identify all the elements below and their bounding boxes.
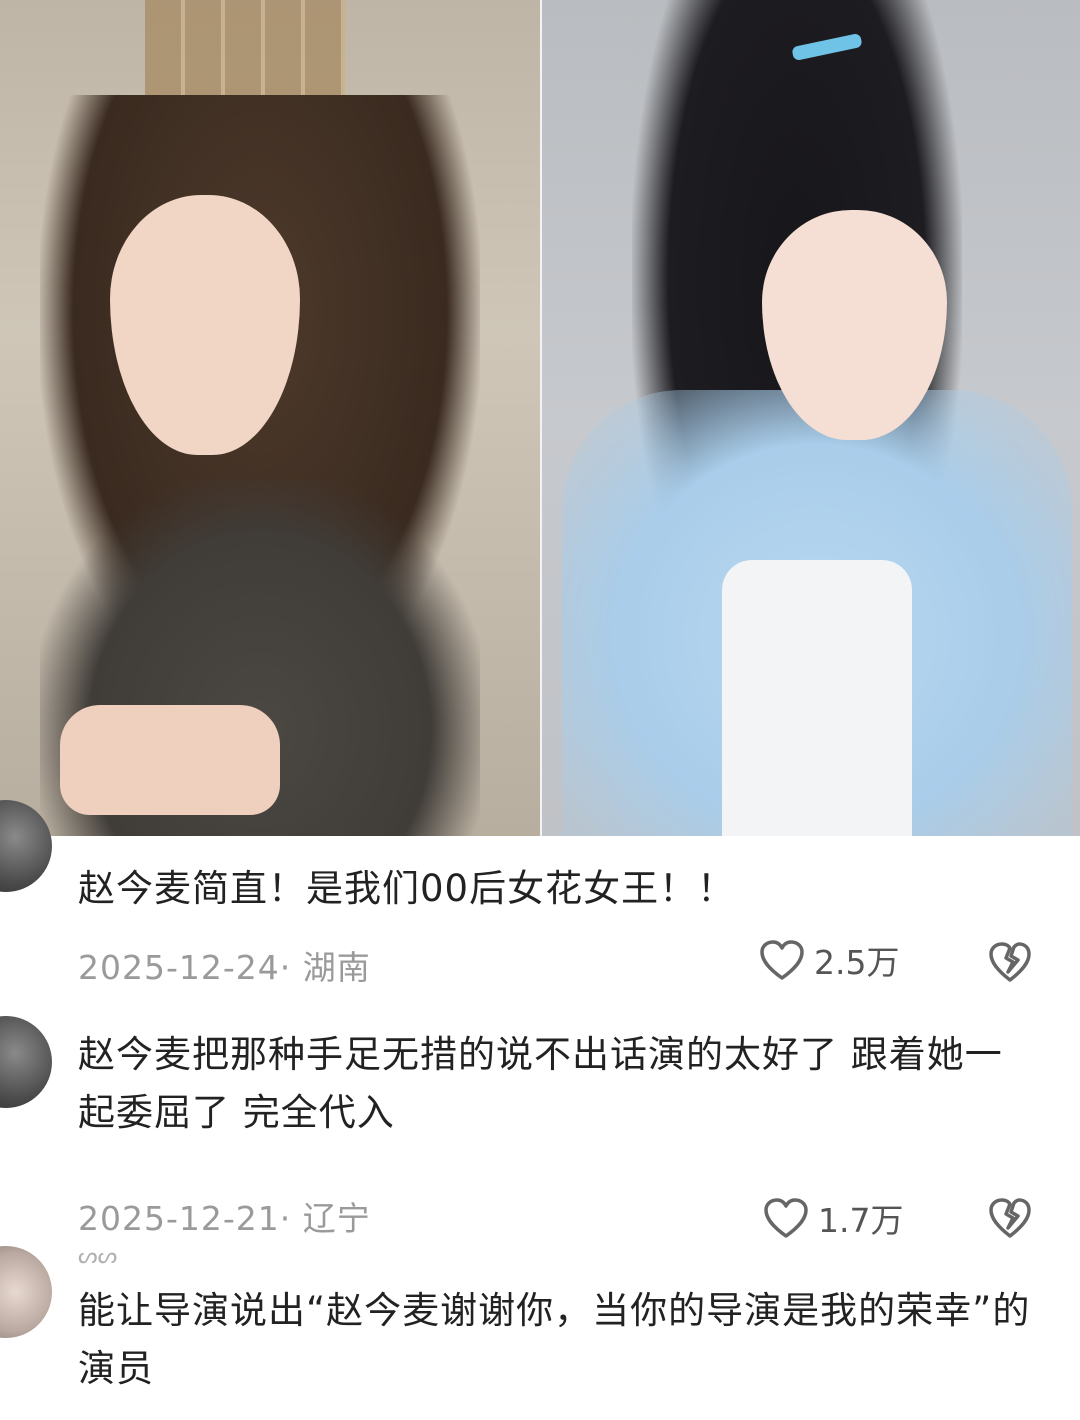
heart-outline-icon: [760, 940, 804, 980]
photo-collage: [0, 0, 1080, 836]
comment-meta: 2025-12-24· 湖南: [78, 948, 371, 987]
comment-date: 2025-12-21: [78, 1199, 280, 1238]
like-button[interactable]: 1.7万: [762, 1194, 903, 1242]
comment-text: 赵今麦把那种手足无措的说不出话演的太好了 跟着她一起委屈了 完全代入: [78, 1033, 1003, 1134]
comment-text: 赵今麦简直！是我们00后女花女王！！: [78, 867, 736, 910]
dislike-button[interactable]: [988, 940, 1032, 984]
comment-location: 湖南: [302, 948, 371, 987]
heart-outline-icon: [764, 1198, 808, 1238]
comment-list: 赵今麦简直！是我们00后女花女王！！ 2025-12-24· 湖南 2.5万 赵…: [0, 800, 1080, 1420]
user-handle[interactable]: ᔕᔕ: [78, 1244, 117, 1269]
avatar[interactable]: [0, 1016, 52, 1108]
avatar[interactable]: [0, 1246, 52, 1338]
comment-location: 辽宁: [302, 1199, 371, 1238]
broken-heart-icon: [989, 1198, 1031, 1238]
comment-text: 能让导演说出“赵今麦谢谢你，当你的导演是我的荣幸”的演员: [78, 1289, 1031, 1390]
broken-heart-icon: [989, 942, 1031, 982]
photo-left[interactable]: [0, 0, 540, 836]
hands: [60, 705, 280, 815]
comment-date: 2025-12-24: [78, 948, 280, 987]
dislike-button[interactable]: [988, 1196, 1032, 1240]
like-button[interactable]: 2.5万: [758, 936, 899, 984]
comment-meta: 2025-12-21· 辽宁: [78, 1199, 371, 1238]
like-count: 2.5万: [814, 943, 900, 982]
photo-right[interactable]: [542, 0, 1080, 836]
like-count: 1.7万: [818, 1201, 904, 1240]
